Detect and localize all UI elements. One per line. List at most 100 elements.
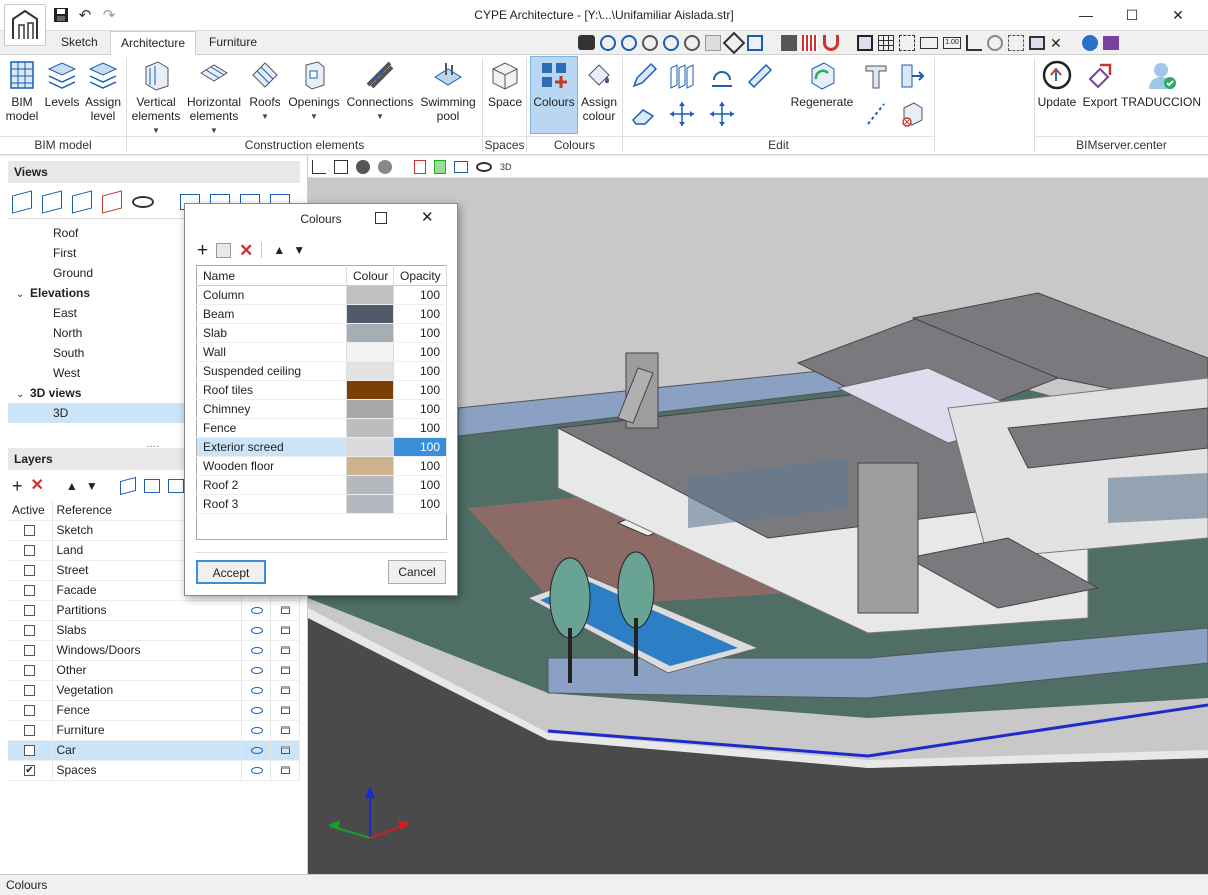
active-checkbox[interactable] — [24, 525, 35, 537]
orbit-icon[interactable] — [722, 31, 746, 54]
zoom-window-icon[interactable] — [642, 34, 658, 51]
column-icon[interactable] — [862, 62, 890, 90]
select-icon[interactable] — [857, 34, 873, 51]
colour-swatch-cell[interactable] — [346, 456, 394, 476]
copy-elements-icon[interactable] — [668, 62, 696, 90]
snap-icon[interactable] — [899, 34, 915, 51]
dxf-icon[interactable] — [781, 34, 797, 51]
table-row[interactable]: Windows/Doors — [8, 640, 300, 661]
pencil-icon[interactable] — [630, 62, 658, 90]
horizontal-elements-button[interactable]: Horizontal elements ▼ — [186, 57, 242, 138]
active-checkbox[interactable] — [24, 565, 35, 577]
table-row[interactable]: Suspended ceiling 100 — [196, 361, 447, 381]
undo-icon[interactable]: ↶ — [76, 7, 94, 25]
colour-swatch-cell[interactable] — [346, 285, 394, 305]
rotate-icon[interactable] — [708, 62, 736, 90]
comment-icon[interactable] — [1029, 35, 1045, 50]
colour-swatch-cell[interactable] — [346, 475, 394, 495]
colour-swatch[interactable] — [347, 362, 393, 380]
colour-swatch[interactable] — [347, 343, 393, 361]
add-icon[interactable]: + — [12, 477, 23, 495]
table-row[interactable]: Fence 100 — [196, 418, 447, 438]
tab-furniture[interactable]: Furniture — [199, 31, 267, 54]
colour-swatch[interactable] — [347, 381, 393, 399]
move-down-icon[interactable]: ▼ — [293, 243, 305, 257]
move-icon[interactable] — [668, 100, 696, 128]
colour-swatch[interactable] — [347, 476, 393, 494]
roofs-button[interactable]: Roofs ▼ — [247, 57, 283, 124]
grid-red-icon[interactable] — [802, 34, 818, 51]
openings-button[interactable]: Openings ▼ — [287, 57, 341, 124]
lock-icon[interactable] — [281, 666, 290, 674]
app-logo-icon[interactable] — [4, 4, 46, 46]
table-row[interactable]: Roof 3 100 — [196, 494, 447, 514]
table-row[interactable]: Furniture — [8, 720, 300, 741]
active-checkbox[interactable] — [24, 725, 35, 737]
opacity-value[interactable]: 100 — [393, 418, 447, 438]
lock-icon[interactable] — [281, 646, 290, 654]
measure-icon[interactable] — [746, 62, 774, 90]
table-row[interactable]: Beam 100 — [196, 304, 447, 324]
add-icon[interactable]: + — [197, 241, 208, 260]
table-row[interactable]: Roof tiles 100 — [196, 380, 447, 400]
chevron-down-icon[interactable]: ⌄ — [16, 285, 30, 305]
eye-icon[interactable] — [251, 647, 263, 654]
delete-icon[interactable]: ✕ — [239, 242, 253, 259]
move-down-icon[interactable]: ▼ — [86, 479, 98, 493]
opacity-value[interactable]: 100 — [393, 304, 447, 324]
bim-model-button[interactable]: BIM model — [3, 57, 41, 123]
layer-view-2-icon[interactable] — [167, 479, 184, 493]
space-button[interactable]: Space — [486, 57, 524, 109]
accept-button[interactable]: Accept — [196, 560, 266, 584]
chevron-down-icon[interactable]: ⌄ — [16, 385, 30, 405]
zoom-previous-icon[interactable] — [663, 34, 679, 51]
active-checkbox[interactable] — [24, 685, 35, 697]
table-row[interactable]: Car — [8, 740, 300, 761]
active-checkbox[interactable] — [24, 605, 35, 617]
duplicate-icon[interactable] — [216, 242, 232, 258]
table-row[interactable]: Column 100 — [196, 285, 447, 305]
opacity-value[interactable]: 100 — [393, 323, 447, 343]
maximize-button[interactable]: ☐ — [1109, 0, 1155, 31]
assign-level-button[interactable]: Assign level — [83, 57, 123, 123]
panel-red-icon[interactable] — [414, 160, 426, 174]
active-checkbox[interactable] — [24, 745, 35, 757]
lock-icon[interactable] — [281, 706, 290, 714]
lock-icon[interactable] — [281, 626, 290, 634]
active-checkbox[interactable] — [24, 705, 35, 717]
keyboard-icon[interactable] — [920, 36, 938, 49]
levels-button[interactable]: Levels — [44, 57, 80, 109]
opacity-value[interactable]: 100 — [393, 380, 447, 400]
colour-swatch-cell[interactable] — [346, 494, 394, 514]
exit-arrow-icon[interactable] — [898, 62, 926, 90]
opacity-value[interactable]: 100 — [393, 437, 447, 457]
eraser-icon[interactable] — [630, 100, 658, 128]
colour-swatch[interactable] — [347, 400, 393, 418]
close-button[interactable]: ✕ — [1155, 0, 1201, 31]
move-up-icon[interactable]: ▲ — [273, 243, 285, 257]
globe-icon[interactable] — [1082, 34, 1098, 51]
grid-icon[interactable] — [878, 34, 894, 51]
vertical-elements-button[interactable]: Vertical elements ▼ — [130, 57, 182, 138]
colour-swatch[interactable] — [347, 457, 393, 475]
active-checkbox[interactable] — [24, 665, 35, 677]
opacity-value[interactable]: 100 — [393, 494, 447, 514]
lock-icon[interactable] — [281, 746, 290, 754]
regenerate-button[interactable]: Regenerate — [790, 57, 854, 109]
tab-architecture[interactable]: Architecture — [110, 31, 197, 55]
eye-icon[interactable] — [251, 747, 263, 754]
move-up-icon[interactable]: ▲ — [66, 479, 78, 493]
eye-icon[interactable] — [251, 627, 263, 634]
lock-icon[interactable] — [281, 726, 290, 734]
connections-button[interactable]: Connections ▼ — [345, 57, 415, 124]
eye-icon[interactable] — [132, 196, 154, 208]
table-row[interactable]: Chimney 100 — [196, 399, 447, 419]
delete-icon[interactable]: ✕ — [31, 478, 44, 494]
render-icon[interactable] — [356, 160, 370, 174]
cube-icon[interactable] — [334, 160, 348, 174]
traduccion-button[interactable]: TRADUCCION — [1121, 57, 1201, 109]
table-row[interactable]: Slabs — [8, 620, 300, 641]
swimming-pool-button[interactable]: Swimming pool — [418, 57, 478, 123]
table-row[interactable]: Fence — [8, 700, 300, 721]
colours-button[interactable]: Colours — [531, 57, 577, 109]
